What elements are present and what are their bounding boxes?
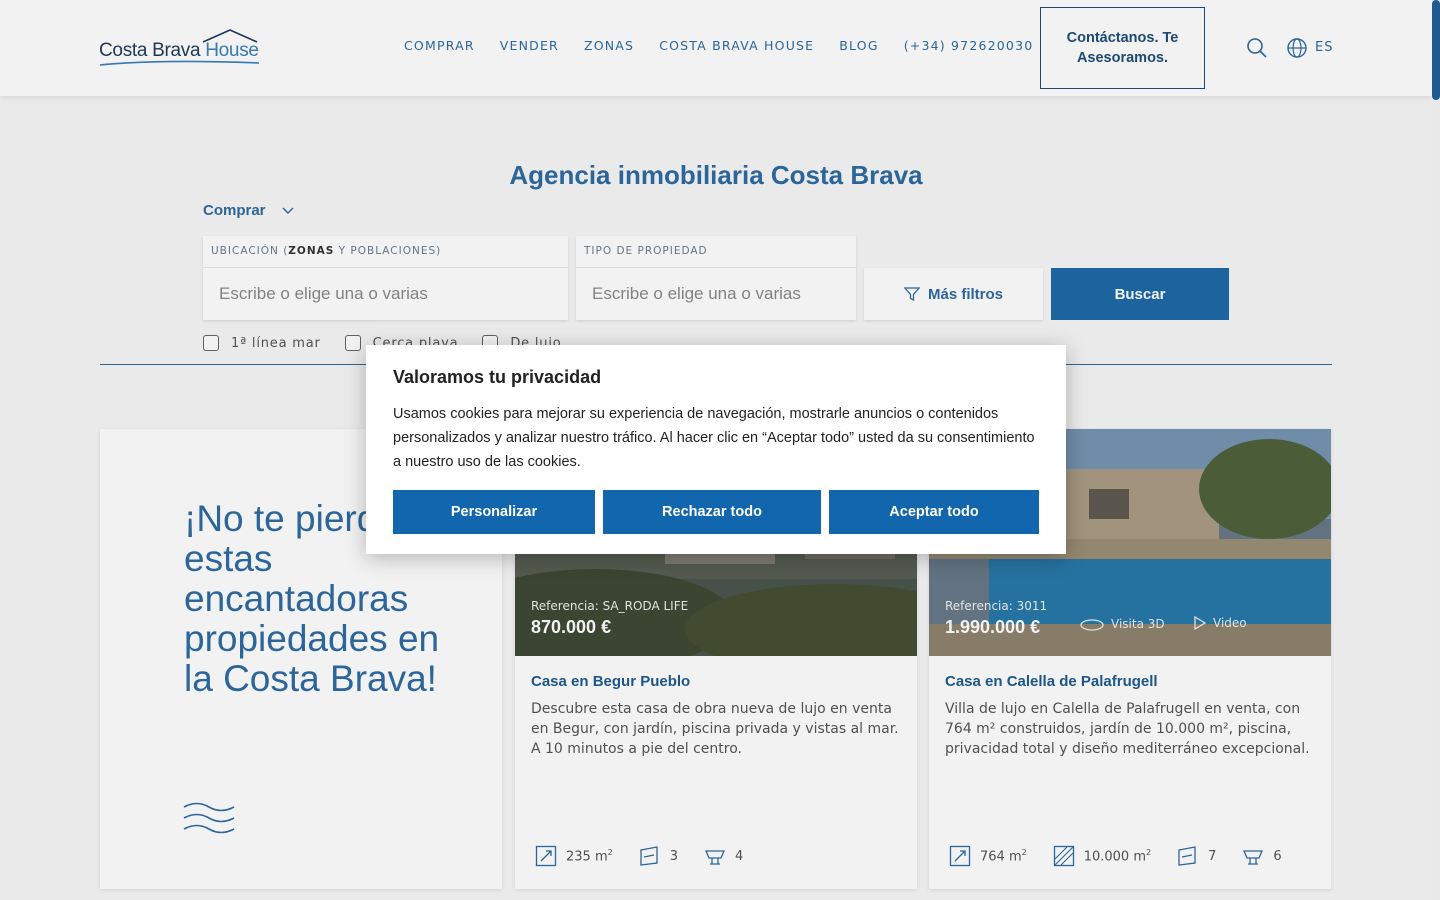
accept-all-button[interactable]: Aceptar todo [829,490,1039,534]
reject-all-button[interactable]: Rechazar todo [603,490,821,534]
cookie-consent-dialog: Valoramos tu privacidad Usamos cookies p… [366,345,1066,554]
customize-button[interactable]: Personalizar [393,490,595,534]
scrollbar-thumb[interactable] [1432,0,1440,100]
cookie-text: Usamos cookies para mejorar su experienc… [393,406,1035,470]
scrollbar-track[interactable] [1432,0,1440,900]
cookie-title: Valoramos tu privacidad [393,367,602,387]
